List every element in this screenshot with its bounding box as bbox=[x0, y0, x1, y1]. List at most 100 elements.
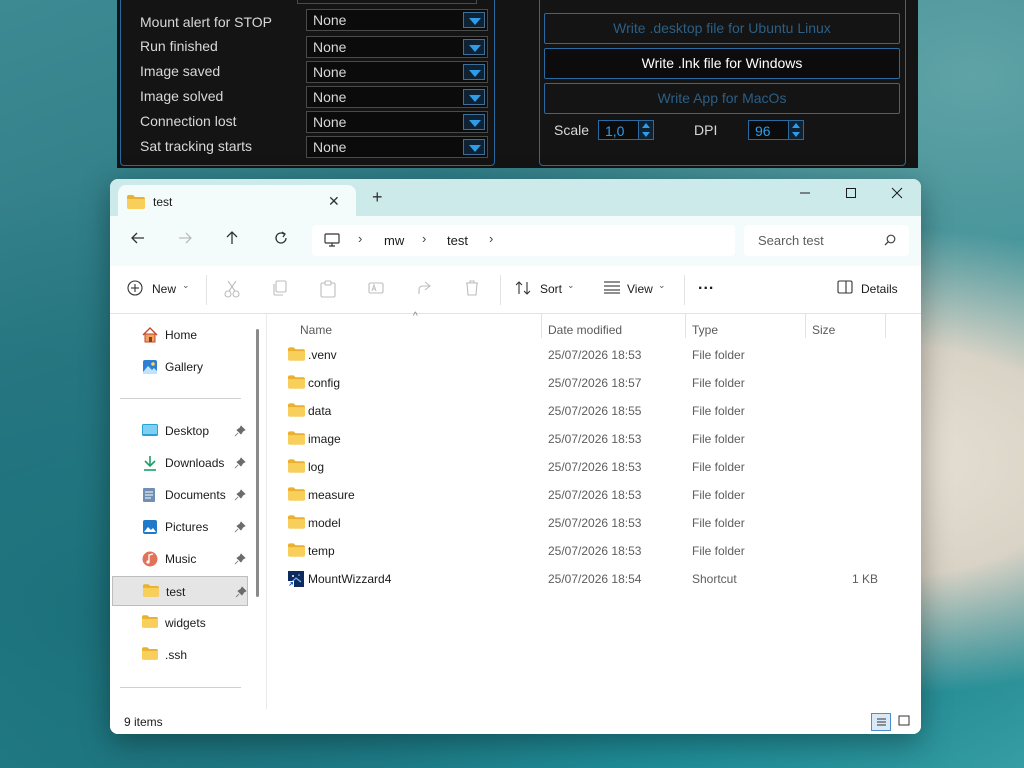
spin-up-icon[interactable] bbox=[638, 121, 653, 130]
chevron-down-icon[interactable] bbox=[463, 39, 485, 55]
details-pane-icon[interactable] bbox=[837, 280, 853, 294]
table-row[interactable]: model 25/07/2026 18:53 File folder bbox=[280, 509, 900, 537]
column-divider[interactable] bbox=[805, 314, 806, 338]
sort-button[interactable]: Sort bbox=[540, 282, 562, 296]
spin-down-icon[interactable] bbox=[638, 130, 653, 139]
write-windows-button[interactable]: Write .lnk file for Windows bbox=[544, 48, 900, 79]
tab-test[interactable]: test ✕ bbox=[118, 185, 356, 217]
sidebar-item-documents[interactable]: Documents bbox=[120, 480, 248, 510]
pin-icon[interactable] bbox=[234, 521, 246, 533]
alert-select-sat-tracking[interactable]: None bbox=[306, 136, 488, 158]
sidebar-scrollbar[interactable] bbox=[256, 329, 259, 597]
alert-select-mount-stop[interactable]: None bbox=[306, 9, 488, 31]
new-tab-button[interactable]: + bbox=[372, 188, 383, 206]
column-header-name[interactable]: Name bbox=[300, 323, 332, 337]
maximize-button[interactable] bbox=[828, 179, 874, 211]
close-icon[interactable]: ✕ bbox=[328, 193, 340, 210]
paste-icon[interactable] bbox=[320, 280, 336, 298]
breadcrumb-mw[interactable]: mw bbox=[384, 233, 404, 248]
pin-icon[interactable] bbox=[234, 489, 246, 501]
alert-select-image-solved[interactable]: None bbox=[306, 86, 488, 108]
sidebar-item-widgets[interactable]: widgets bbox=[120, 608, 248, 638]
sidebar-item-home[interactable]: Home bbox=[120, 320, 248, 350]
details-button[interactable]: Details bbox=[861, 282, 898, 296]
write-macos-button[interactable]: Write App for MacOs bbox=[544, 83, 900, 114]
table-row[interactable]: data 25/07/2026 18:55 File folder bbox=[280, 397, 900, 425]
column-header-size[interactable]: Size bbox=[812, 323, 835, 337]
chevron-down-icon[interactable] bbox=[463, 12, 485, 28]
close-window-button[interactable] bbox=[874, 179, 920, 211]
table-row[interactable]: MountWizzard4 25/07/2026 18:54 Shortcut … bbox=[280, 565, 900, 593]
chevron-right-icon[interactable]: › bbox=[358, 231, 362, 246]
file-name: log bbox=[308, 460, 325, 474]
sort-icon[interactable] bbox=[515, 280, 533, 296]
search-input[interactable]: Search test bbox=[744, 225, 909, 256]
pin-icon[interactable] bbox=[234, 553, 246, 565]
breadcrumb[interactable]: › mw › test › bbox=[312, 225, 735, 256]
large-icons-view-button[interactable] bbox=[895, 713, 915, 731]
table-row[interactable]: temp 25/07/2026 18:53 File folder bbox=[280, 537, 900, 565]
cut-icon[interactable] bbox=[224, 280, 240, 298]
search-icon bbox=[884, 234, 896, 246]
table-row[interactable]: .venv 25/07/2026 18:53 File folder bbox=[280, 341, 900, 369]
table-row[interactable]: log 25/07/2026 18:53 File folder bbox=[280, 453, 900, 481]
table-row[interactable]: config 25/07/2026 18:57 File folder bbox=[280, 369, 900, 397]
sidebar-item-downloads[interactable]: Downloads bbox=[120, 448, 248, 478]
copy-icon[interactable] bbox=[272, 280, 288, 296]
dpi-spinbox[interactable]: 96 bbox=[748, 120, 804, 140]
view-button[interactable]: View bbox=[627, 282, 653, 296]
view-list-icon[interactable] bbox=[603, 280, 621, 294]
sidebar-item-desktop[interactable]: Desktop bbox=[120, 416, 248, 446]
file-date: 25/07/2026 18:53 bbox=[548, 516, 642, 530]
chevron-right-icon[interactable]: › bbox=[489, 231, 493, 246]
pin-icon[interactable] bbox=[235, 586, 247, 598]
rename-icon[interactable] bbox=[368, 280, 384, 296]
folder-icon bbox=[288, 487, 305, 501]
minimize-button[interactable] bbox=[782, 179, 828, 211]
details-view-button[interactable] bbox=[871, 713, 891, 731]
sidebar-item-test[interactable]: test bbox=[112, 576, 248, 606]
breadcrumb-test[interactable]: test bbox=[447, 233, 468, 248]
sidebar-item-pictures[interactable]: Pictures bbox=[120, 512, 248, 542]
chevron-down-icon[interactable]: ⌄ bbox=[658, 280, 666, 291]
title-bar: test ✕ + bbox=[110, 179, 921, 217]
new-button[interactable]: New bbox=[152, 282, 176, 296]
chevron-down-icon[interactable] bbox=[463, 64, 485, 80]
sidebar-item-ssh[interactable]: .ssh bbox=[120, 640, 248, 670]
scale-spinbox[interactable]: 1,0 bbox=[598, 120, 654, 140]
sidebar-item-gallery[interactable]: Gallery bbox=[120, 352, 248, 382]
column-header-type[interactable]: Type bbox=[692, 323, 718, 337]
alert-label: Mount alert for STOP bbox=[140, 14, 273, 30]
chevron-down-icon[interactable] bbox=[463, 114, 485, 130]
pin-icon[interactable] bbox=[234, 425, 246, 437]
column-header-date[interactable]: Date modified bbox=[548, 323, 622, 337]
chevron-down-icon[interactable]: ⌄ bbox=[182, 280, 190, 291]
more-options-button[interactable]: ... bbox=[698, 276, 714, 294]
spin-down-icon[interactable] bbox=[788, 130, 803, 139]
refresh-button[interactable] bbox=[273, 230, 289, 250]
delete-icon[interactable] bbox=[464, 280, 480, 296]
gallery-icon bbox=[143, 360, 157, 374]
add-circle-icon[interactable] bbox=[127, 280, 143, 296]
chevron-right-icon[interactable]: › bbox=[422, 231, 426, 246]
column-divider[interactable] bbox=[541, 314, 542, 338]
chevron-down-icon[interactable] bbox=[463, 89, 485, 105]
spin-up-icon[interactable] bbox=[788, 121, 803, 130]
back-button[interactable] bbox=[130, 230, 146, 250]
table-row[interactable]: measure 25/07/2026 18:53 File folder bbox=[280, 481, 900, 509]
chevron-down-icon[interactable]: ⌄ bbox=[567, 280, 575, 291]
pin-icon[interactable] bbox=[234, 457, 246, 469]
up-button[interactable] bbox=[224, 230, 240, 250]
share-icon[interactable] bbox=[416, 280, 432, 296]
alert-select-image-saved[interactable]: None bbox=[306, 61, 488, 83]
forward-button[interactable] bbox=[177, 230, 193, 250]
column-divider[interactable] bbox=[685, 314, 686, 338]
chevron-down-icon[interactable] bbox=[463, 139, 485, 155]
column-divider[interactable] bbox=[885, 314, 886, 338]
sidebar-item-music[interactable]: Music bbox=[120, 544, 248, 574]
write-ubuntu-button[interactable]: Write .desktop file for Ubuntu Linux bbox=[544, 13, 900, 44]
file-name: data bbox=[308, 404, 332, 418]
table-row[interactable]: image 25/07/2026 18:53 File folder bbox=[280, 425, 900, 453]
alert-select-connection-lost[interactable]: None bbox=[306, 111, 488, 133]
alert-select-run-finished[interactable]: None bbox=[306, 36, 488, 58]
